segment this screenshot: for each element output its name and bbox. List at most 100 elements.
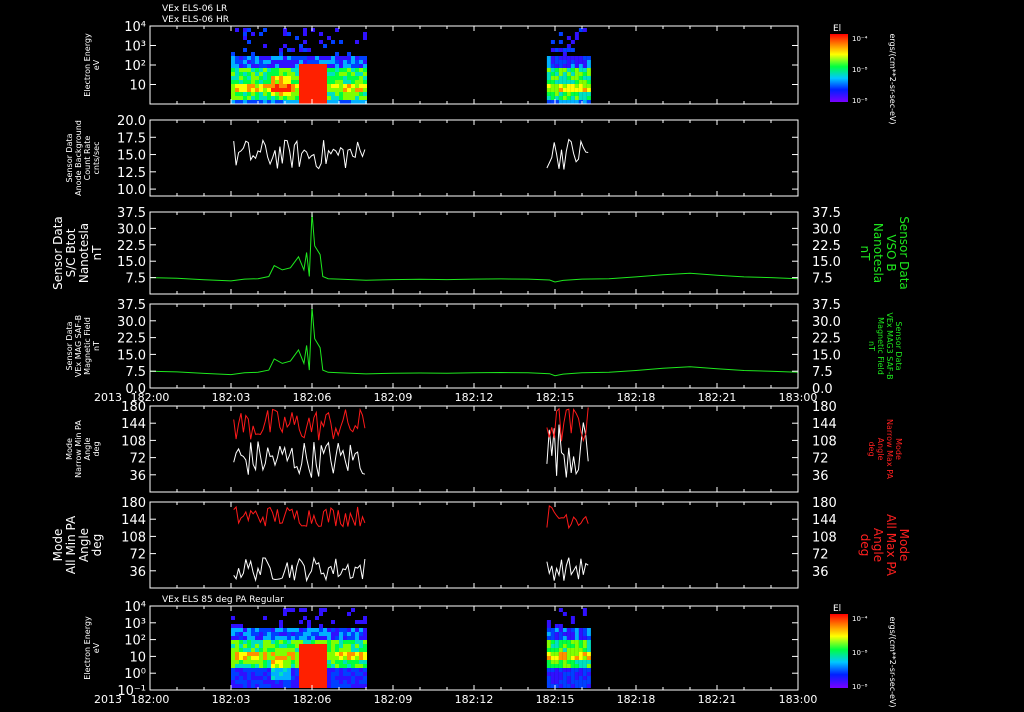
panel-1-cell	[351, 76, 355, 80]
panel-7-cell	[311, 680, 315, 684]
panel-2-ytick-label: 10.0	[117, 183, 146, 198]
panel-7-cell	[315, 628, 319, 632]
panel-7-cell	[239, 660, 243, 664]
panel-7-cell	[255, 656, 259, 660]
panel-7-cell	[243, 660, 247, 664]
panel-7-cell	[231, 652, 235, 656]
panel-7-cell	[259, 668, 263, 672]
panel-7-cell	[235, 636, 239, 640]
panel-1-cell	[271, 84, 275, 88]
panel-1-cell	[299, 64, 303, 68]
panel-7-cell	[275, 672, 279, 676]
time-axis-tick-label: 182:18	[617, 391, 656, 404]
panel-7-cell	[291, 628, 295, 632]
panel-1-cell	[259, 60, 263, 64]
panel-1-cell	[566, 56, 571, 60]
panel-1-cell	[275, 68, 279, 72]
panel-7-cell	[267, 672, 271, 676]
panel-1-cell	[586, 100, 591, 104]
panel-7-cell	[275, 676, 279, 680]
panel-1-cell	[235, 84, 239, 88]
panel-7-cell	[339, 676, 343, 680]
panel-1-cell	[267, 100, 271, 104]
panel-1-cell	[566, 80, 571, 84]
panel-1-cell	[578, 64, 583, 68]
panel-7-cell	[546, 656, 551, 660]
panel-1-cell	[299, 100, 303, 104]
panel-1-cell	[331, 56, 335, 60]
panel-1-cell	[255, 60, 259, 64]
panel-7-cell	[570, 644, 575, 648]
panel-1-cell	[359, 72, 363, 76]
panel-1-cell	[554, 92, 559, 96]
panel-1-cell	[566, 48, 571, 52]
panel-1-cell	[255, 68, 259, 72]
panel-7-cell	[319, 664, 323, 668]
panel-1-cell	[546, 76, 551, 80]
panel-7-cell	[578, 660, 583, 664]
panel-7-cell	[299, 660, 303, 664]
panel-7-cell	[231, 660, 235, 664]
panel-1-cell	[243, 92, 247, 96]
panel-7-cell	[355, 620, 359, 624]
panel-1-cell	[558, 80, 563, 84]
panel-1-cell	[363, 80, 367, 84]
panel-7-cell	[315, 668, 319, 672]
panel-5-ytick-label-right: 144	[812, 417, 837, 432]
panel-1-cell	[343, 64, 347, 68]
panel-7-cell	[319, 680, 323, 684]
panel-1-ytick-label: 10²	[124, 59, 146, 74]
panel-1-cell	[335, 88, 339, 92]
panel-1-cell	[279, 60, 283, 64]
panel-7-cell	[303, 616, 307, 620]
panel-1-cell	[554, 84, 559, 88]
panel-1-cell	[247, 56, 251, 60]
panel-1-cell	[586, 92, 591, 96]
panel-1-cell	[303, 32, 307, 36]
panel-7-cell	[355, 660, 359, 664]
panel-2-ylabel-line: Sensor Data	[65, 133, 74, 182]
panel-1-cell	[239, 64, 243, 68]
panel-7-cell	[586, 652, 591, 656]
panel-7-cell	[275, 648, 279, 652]
panel-7-cell	[339, 640, 343, 644]
panel-1-cell	[259, 68, 263, 72]
panel-7-cell	[331, 644, 335, 648]
panel-7-cell	[295, 648, 299, 652]
panel-1-cell	[558, 48, 563, 52]
panel-7-cell	[251, 668, 255, 672]
panel-1-cell	[323, 84, 327, 88]
panel-7-cell	[303, 676, 307, 680]
panel-7-cell	[562, 676, 567, 680]
panel-4-ylabel-line: VEx MAG SAF-B	[74, 315, 83, 377]
panel-1-cell	[351, 64, 355, 68]
panel-7-cell	[267, 660, 271, 664]
panel-7-cell	[239, 632, 243, 636]
panel-7-cell	[351, 676, 355, 680]
panel-1-cell	[323, 68, 327, 72]
panel-1-cell	[347, 64, 351, 68]
panel-1-cell	[558, 68, 563, 72]
panel-1-cell	[267, 92, 271, 96]
panel-7-cell	[303, 632, 307, 636]
panel-7-cell	[363, 620, 367, 624]
panel-1-cell	[239, 72, 243, 76]
panel-7-cell	[359, 680, 363, 684]
panel-1-cell	[550, 88, 555, 92]
panel-1-cell	[239, 92, 243, 96]
panel-1-cell	[287, 32, 291, 36]
panel-3-ylabel-line: nT	[90, 245, 104, 261]
panel-1-cell	[570, 60, 575, 64]
panel-1-cell	[339, 56, 343, 60]
panel-1-cell	[291, 64, 295, 68]
panel-1-cell	[351, 96, 355, 100]
panel-7-cell	[347, 628, 351, 632]
panel-6-ytick-label: 180	[121, 496, 146, 511]
panel-1-cell	[570, 88, 575, 92]
panel-7-cell	[295, 644, 299, 648]
panel-6-series-0-segment-0	[233, 556, 366, 583]
panel-3-series-0	[149, 213, 799, 283]
panel-1-ylabel-line: Electron Energy	[83, 33, 92, 97]
panel-1-cell	[546, 64, 551, 68]
panel-7-cell	[279, 680, 283, 684]
